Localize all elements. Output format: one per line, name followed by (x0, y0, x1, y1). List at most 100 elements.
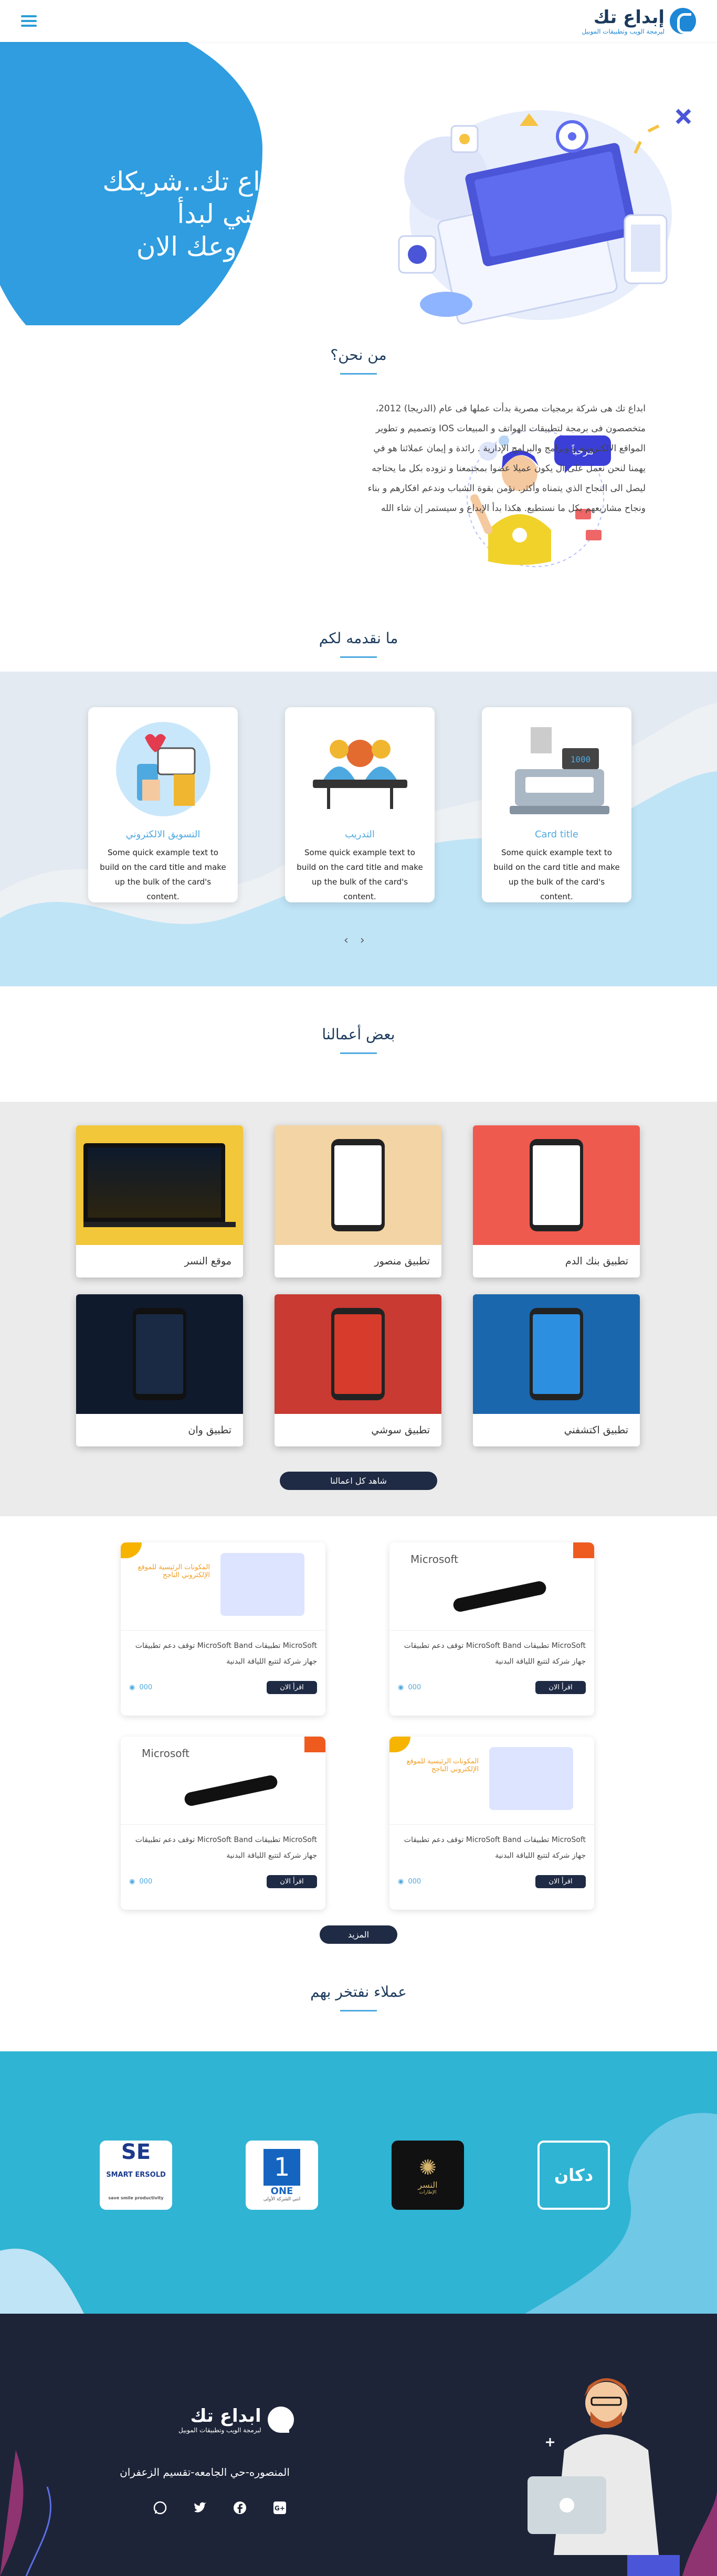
title-divider (340, 1052, 377, 1054)
top-navbar: إبداع تك لبرمجة الويب وتطبيقات الموبيل (0, 0, 717, 42)
services-section: التسويق الالكتروني Some quick example te… (0, 672, 717, 986)
hamburger-icon[interactable] (21, 15, 37, 27)
hero-illustration (398, 109, 691, 325)
service-title: Card title (534, 829, 579, 840)
footer-logo-subtitle: لبرمجة الويب وتطبيقات الموبيل (178, 2426, 261, 2434)
footer-logo-mark-icon (267, 2407, 294, 2433)
read-now-button[interactable]: اقرأ الان (535, 1875, 586, 1888)
service-text: Some quick example text to build on the … (297, 848, 423, 901)
service-text: Some quick example text to build on the … (493, 848, 620, 901)
client-logo[interactable]: دكان (537, 2141, 610, 2210)
blog-text: MicroSoft تطبيقات MicroSoft Band توقف دع… (135, 1642, 317, 1666)
work-card[interactable]: تطبيق بنك الدم (473, 1125, 640, 1278)
carousel-next-button[interactable]: › (360, 934, 365, 947)
service-text: Some quick example text to build on the … (100, 848, 226, 901)
footer: ابداع تك لبرمجة الويب وتطبيقات الموبيل ا… (0, 2314, 717, 2576)
work-label: تطبيق اكتشفني (564, 1424, 628, 1436)
work-image (275, 1125, 441, 1245)
carousel-prev-button[interactable]: ‹ (344, 934, 349, 947)
service-card[interactable]: 1000 Card title Some quick example text … (482, 707, 631, 902)
service-card[interactable]: التدريب Some quick example text to build… (285, 707, 435, 902)
blog-image-caption: Microsoft (142, 1747, 190, 1760)
client-logo[interactable]: ✺ النسر الإطارات (392, 2141, 464, 2210)
eagle-icon: ✺ (419, 2155, 437, 2180)
services-title: ما نقدمه لكم (319, 630, 398, 647)
work-label: موقع النسر (184, 1255, 231, 1267)
eye-icon: ◉ (129, 1684, 135, 1691)
see-all-works-button[interactable]: شاهد كل اعمالنا (280, 1472, 437, 1490)
blog-card[interactable]: المكونات الرئيسية للموقع الإلكتروني النا… (389, 1737, 594, 1910)
work-image (275, 1294, 441, 1414)
client-sub: save smile productivity (108, 2196, 164, 2200)
client-sub: انتي الشركة الأولى (263, 2196, 301, 2202)
logo-title: إبداع تك (593, 7, 665, 28)
work-card[interactable]: موقع النسر (76, 1125, 243, 1278)
work-card[interactable]: تطبيق منصور (275, 1125, 441, 1278)
marketing-icon (115, 722, 210, 816)
blog-image: المكونات الرئيسية للموقع الإلكتروني النا… (121, 1542, 325, 1631)
title-divider (340, 656, 377, 658)
about-section: من نحن؟ مرحباً ابداع تك هى شركة برمجيات … (0, 325, 717, 672)
work-image (76, 1294, 243, 1414)
site-logo[interactable]: إبداع تك لبرمجة الويب وتطبيقات الموبيل (582, 7, 696, 35)
work-label: تطبيق منصور (374, 1255, 430, 1267)
facebook-icon[interactable] (232, 2500, 248, 2516)
logo-mark-icon (670, 8, 696, 34)
title-divider (340, 2010, 377, 2011)
works-title: بعض أعمالنا (322, 1026, 395, 1043)
work-card[interactable]: تطبيق اكتشفني (473, 1294, 640, 1446)
logo-subtitle: لبرمجة الويب وتطبيقات الموبيل (582, 28, 665, 35)
views-count: 000 (139, 1878, 153, 1886)
client-name: SMART ERSOLD (106, 2171, 166, 2179)
blog-section: المكونات الرئيسية للموقع الإلكتروني النا… (0, 1516, 717, 2051)
blog-card[interactable]: المكونات الرئيسية للموقع الإلكتروني النا… (121, 1542, 325, 1716)
blog-image-caption: المكونات الرئيسية للموقع الإلكتروني النا… (138, 1563, 210, 1579)
blog-text: MicroSoft تطبيقات MicroSoft Band توقف دع… (404, 1836, 586, 1860)
works-heading: بعض أعمالنا (0, 986, 717, 1102)
client-logo[interactable]: 1 ONE انتي الشركة الأولى (246, 2141, 318, 2210)
about-paragraph: ابداع تك هى شركة برمجيات مصرية بدأت عمله… (367, 403, 646, 514)
read-now-button[interactable]: اقرأ الان (535, 1681, 586, 1694)
google-plus-icon[interactable]: G+ (272, 2500, 288, 2516)
eye-icon: ◉ (398, 1684, 404, 1691)
work-card[interactable]: تطبيق سوشي (275, 1294, 441, 1446)
more-button[interactable]: المزيد (320, 1925, 397, 1944)
work-card[interactable]: تطبيق وان (76, 1294, 243, 1446)
blog-text: MicroSoft تطبيقات MicroSoft Band توقف دع… (404, 1642, 586, 1666)
client-name: ONE (270, 2185, 293, 2197)
cash-register-icon: 1000 (509, 727, 609, 814)
training-icon (312, 740, 407, 809)
footer-logo-title: ابداع تك (190, 2405, 261, 2426)
works-section: موقع النسر تطبيق منصور تطبيق بنك الدم تط… (0, 1102, 717, 1516)
read-now-button[interactable]: اقرأ الان (267, 1875, 317, 1888)
read-now-button[interactable]: اقرأ الان (267, 1681, 317, 1694)
blog-card[interactable]: Microsoft MicroSoft تطبيقات MicroSoft Ba… (389, 1542, 594, 1716)
svg-text:G+: G+ (275, 2505, 285, 2512)
whatsapp-icon[interactable] (152, 2500, 168, 2516)
service-title: التسويق الالكتروني (125, 829, 201, 840)
blog-image-caption: Microsoft (410, 1553, 459, 1566)
service-card[interactable]: التسويق الالكتروني Some quick example te… (88, 707, 238, 902)
footer-logo[interactable]: ابداع تك لبرمجة الويب وتطبيقات الموبيل (178, 2405, 294, 2434)
views-count: 000 (408, 1878, 421, 1886)
work-label: تطبيق وان (188, 1424, 231, 1436)
blog-image: Microsoft (389, 1542, 594, 1631)
title-divider (340, 373, 377, 375)
clients-section: SE SMART ERSOLD save smile productivity 1O… (0, 2051, 717, 2314)
service-title: التدريب (345, 829, 375, 840)
client-logo[interactable]: SE SMART ERSOLD save smile productivity (100, 2141, 172, 2210)
hero-headline: ابداع تك..شريكك التقني لبدأ مشروعك الان (102, 166, 289, 262)
blog-image-caption: المكونات الرئيسية للموقع الإلكتروني النا… (406, 1758, 479, 1773)
work-label: تطبيق سوشي (371, 1424, 430, 1436)
about-title: من نحن؟ (330, 346, 387, 364)
views-count: 000 (408, 1684, 421, 1691)
twitter-icon[interactable] (192, 2500, 208, 2516)
clients-title: عملاء نفتخر بهم (310, 1983, 407, 2000)
footer-address: المنصوره-حي الجامعه-تقسيم الزعفران (120, 2466, 290, 2478)
work-label: تطبيق بنك الدم (565, 1255, 628, 1267)
blog-text: MicroSoft تطبيقات MicroSoft Band توقف دع… (135, 1836, 317, 1860)
blog-image: Microsoft (121, 1737, 325, 1825)
blog-card[interactable]: Microsoft MicroSoft تطبيقات MicroSoft Ba… (121, 1737, 325, 1910)
work-image (76, 1125, 243, 1245)
client-name: النسر (418, 2179, 438, 2190)
